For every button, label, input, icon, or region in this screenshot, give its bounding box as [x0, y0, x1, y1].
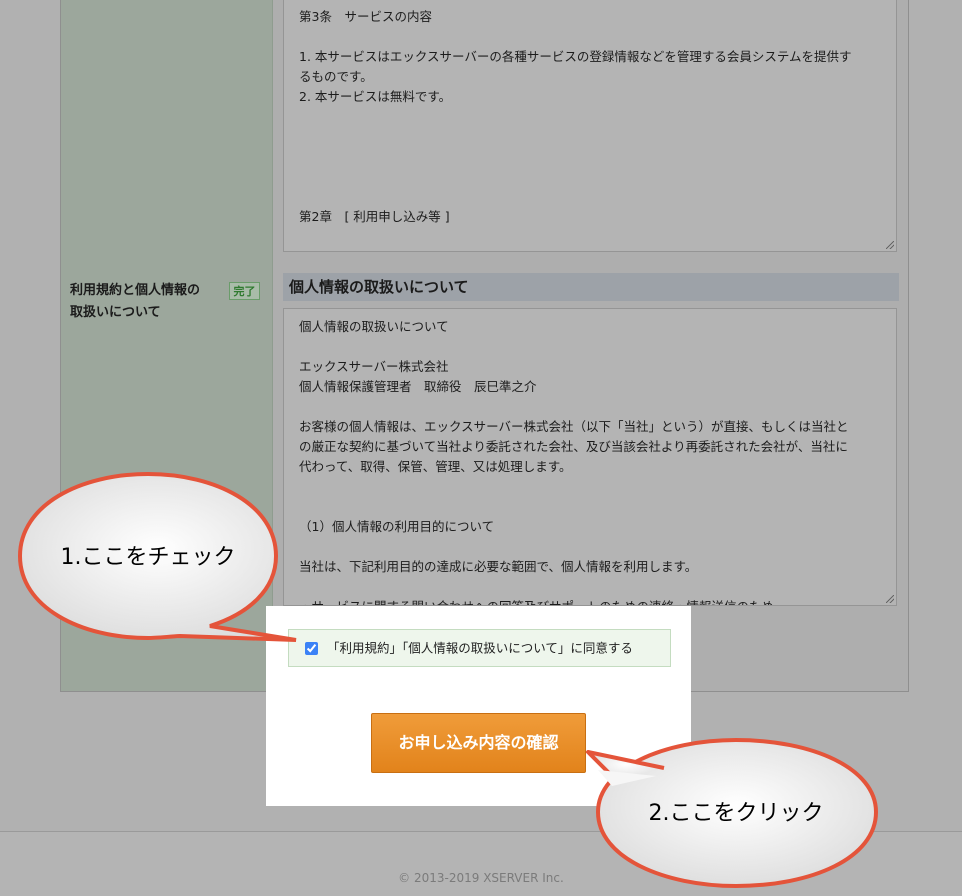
callout-annotations: 1.ここをチェック 2.ここをクリック: [17, 471, 879, 889]
callout-text-2: 2.ここをクリック: [649, 801, 824, 826]
callout-text-1: 1.ここをチェック: [61, 545, 236, 570]
callout-step2: 2.ここをクリック: [586, 737, 879, 889]
callout-step1: 1.ここをチェック: [17, 471, 297, 642]
